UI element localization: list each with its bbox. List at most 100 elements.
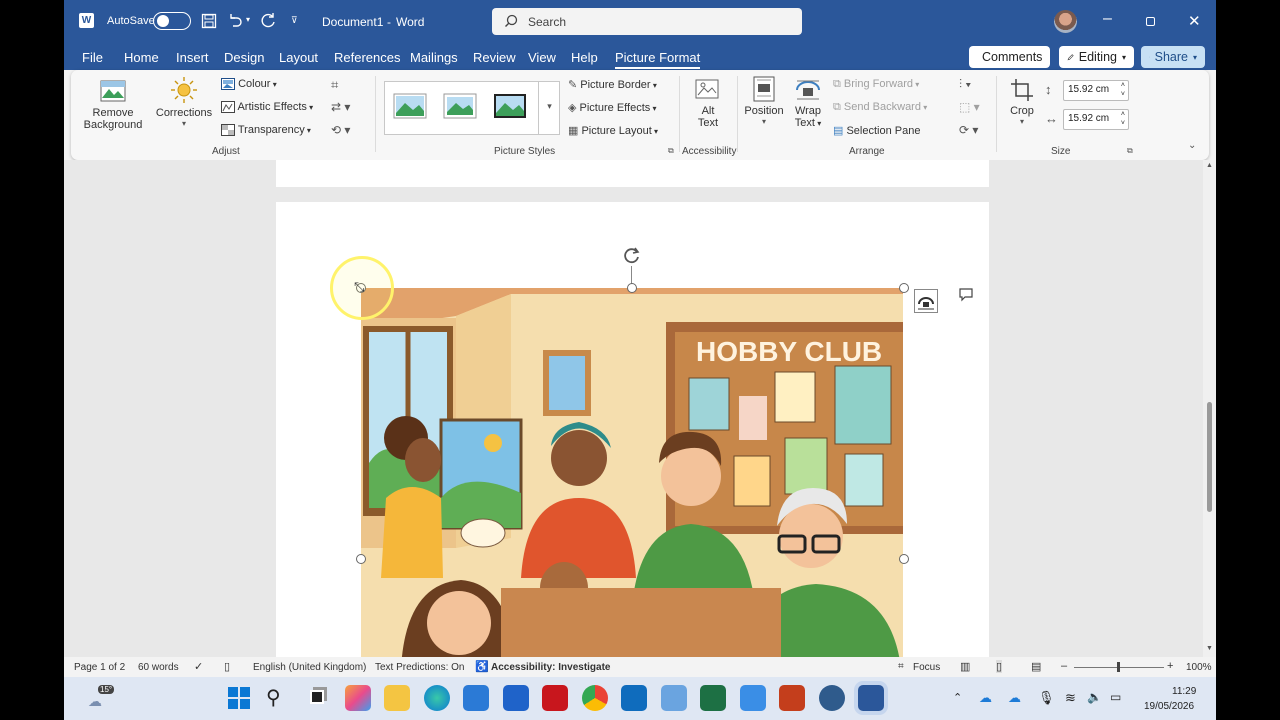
- copilot-icon[interactable]: [345, 685, 371, 711]
- bring-forward-button[interactable]: ⧉ Bring Forward ▾: [833, 78, 919, 91]
- web-layout-icon[interactable]: ▤: [1031, 660, 1041, 673]
- autosave-toggle[interactable]: [153, 12, 191, 30]
- artistic-effects-button[interactable]: Artistic Effects ▾: [221, 101, 313, 114]
- send-backward-button[interactable]: ⧉ Send Backward ▾: [833, 101, 927, 114]
- clock-date[interactable]: 19/05/2026: [1144, 701, 1194, 712]
- transparency-button[interactable]: Transparency ▾: [221, 124, 311, 137]
- start-icon[interactable]: [226, 685, 252, 711]
- reset-picture-icon[interactable]: ⟲ ▾: [331, 123, 350, 137]
- word-taskbar-icon[interactable]: [858, 685, 884, 711]
- picture-effects-button[interactable]: ◈ Picture Effects ▾: [568, 101, 657, 114]
- tab-insert[interactable]: Insert: [176, 50, 209, 65]
- picture-border-button[interactable]: ✎ Picture Border ▾: [568, 78, 657, 91]
- volume-icon[interactable]: 🔈: [1087, 690, 1102, 704]
- resize-handle-top-right[interactable]: [899, 283, 909, 293]
- corrections-button[interactable]: Corrections ▾: [153, 76, 215, 142]
- redo-icon[interactable]: [261, 12, 277, 28]
- picture-style-3[interactable]: [493, 93, 527, 119]
- wrap-text-button[interactable]: Wrap Text ▾: [789, 76, 827, 129]
- language-status[interactable]: English (United Kingdom): [253, 662, 366, 673]
- resize-handle-left[interactable]: [356, 554, 366, 564]
- compress-pictures-icon[interactable]: ⌗: [331, 77, 338, 93]
- powerpoint-icon[interactable]: [779, 685, 805, 711]
- minimize-icon[interactable]: –: [1103, 10, 1112, 28]
- align-icon[interactable]: ⫶ ▾: [959, 77, 971, 92]
- tab-design[interactable]: Design: [224, 50, 264, 65]
- zoom-slider-thumb[interactable]: [1117, 662, 1120, 672]
- photos-icon[interactable]: [740, 685, 766, 711]
- add-comment-icon[interactable]: [959, 288, 973, 302]
- scroll-up-icon[interactable]: ▲: [1206, 162, 1213, 169]
- picture-styles-gallery[interactable]: ▾: [384, 81, 560, 135]
- ai-app-icon[interactable]: [503, 685, 529, 711]
- accessibility-status[interactable]: Accessibility: Investigate: [491, 662, 611, 673]
- rotate-handle-icon[interactable]: [622, 246, 642, 266]
- tab-references[interactable]: References: [334, 50, 400, 65]
- file-explorer-icon[interactable]: [384, 685, 410, 711]
- settings-icon[interactable]: [819, 685, 845, 711]
- focus-label[interactable]: Focus: [913, 662, 940, 673]
- read-aloud-icon[interactable]: ▯: [224, 660, 230, 673]
- picture-style-2[interactable]: [443, 93, 477, 119]
- notepad-icon[interactable]: [661, 685, 687, 711]
- dialog-launcher-icon[interactable]: ⧉: [668, 146, 674, 156]
- zoom-in-icon[interactable]: +: [1167, 660, 1173, 672]
- layout-options-button[interactable]: [914, 289, 938, 313]
- read-mode-icon[interactable]: ▥: [960, 660, 970, 673]
- accessibility-icon[interactable]: ♿: [475, 660, 489, 673]
- colour-button[interactable]: Colour ▾: [221, 78, 277, 91]
- text-predictions-status[interactable]: Text Predictions: On: [375, 662, 464, 673]
- remove-background-button[interactable]: Remove Background: [79, 76, 147, 140]
- focus-icon[interactable]: ⌗: [898, 661, 904, 672]
- chevron-up-icon[interactable]: ⌃: [953, 691, 962, 704]
- resize-handle-right[interactable]: [899, 554, 909, 564]
- size-dialog-launcher-icon[interactable]: ⧉: [1127, 146, 1133, 156]
- resize-handle-top[interactable]: [627, 283, 637, 293]
- clock-time[interactable]: 11:29: [1172, 686, 1196, 697]
- search-box[interactable]: Search: [492, 8, 802, 35]
- chrome-icon[interactable]: [582, 685, 608, 711]
- collapse-ribbon-icon[interactable]: ⌄: [1188, 140, 1196, 151]
- tab-home[interactable]: Home: [124, 50, 159, 65]
- picture-layout-button[interactable]: ▦ Picture Layout ▾: [568, 124, 658, 137]
- mcafee-icon[interactable]: [542, 685, 568, 711]
- save-icon[interactable]: [201, 13, 217, 29]
- height-input[interactable]: 15.92 cm ˄ ˅: [1063, 80, 1129, 101]
- print-layout-icon[interactable]: ▯: [996, 660, 1003, 673]
- undo-icon[interactable]: [227, 12, 243, 28]
- alt-text-button[interactable]: Alt Text: [686, 78, 730, 129]
- vertical-scrollbar[interactable]: ▲ ▼: [1203, 160, 1216, 657]
- height-spinner[interactable]: ˄ ˅: [1121, 81, 1125, 99]
- comments-button[interactable]: Comments: [969, 46, 1050, 68]
- restore-icon[interactable]: [1146, 17, 1155, 26]
- tab-file[interactable]: File: [82, 50, 103, 65]
- excel-icon[interactable]: [700, 685, 726, 711]
- task-view-icon[interactable]: [305, 685, 331, 711]
- tab-mailings[interactable]: Mailings: [410, 50, 458, 65]
- gallery-more-button[interactable]: ▾: [538, 82, 560, 134]
- share-button[interactable]: Share ▾: [1141, 46, 1205, 68]
- selection-pane-button[interactable]: ▤ Selection Pane: [833, 124, 920, 137]
- picture-style-1[interactable]: [393, 93, 427, 119]
- change-picture-icon[interactable]: ⇄ ▾: [331, 100, 350, 114]
- group-icon[interactable]: ⬚ ▾: [959, 100, 980, 114]
- edge-icon[interactable]: [424, 685, 450, 711]
- zoom-slider[interactable]: [1074, 662, 1164, 672]
- zoom-level[interactable]: 100%: [1186, 662, 1212, 673]
- rotate-icon[interactable]: ⟳ ▾: [959, 123, 978, 137]
- share-dropdown-icon[interactable]: ▾: [1193, 53, 1197, 62]
- width-input[interactable]: 15.92 cm ˄ ˅: [1063, 109, 1129, 130]
- undo-dropdown-icon[interactable]: ▾: [246, 15, 250, 24]
- customize-qat-icon[interactable]: ⊽: [291, 15, 298, 26]
- store-icon[interactable]: [463, 685, 489, 711]
- cloud-sync-icon[interactable]: ☁: [1008, 690, 1021, 706]
- tab-help[interactable]: Help: [571, 50, 598, 65]
- tab-view[interactable]: View: [528, 50, 556, 65]
- scroll-down-icon[interactable]: ▼: [1206, 645, 1213, 652]
- microphone-icon[interactable]: 🎙: [1038, 690, 1055, 706]
- battery-icon[interactable]: ▭: [1110, 690, 1121, 704]
- onedrive-icon[interactable]: ☁: [979, 690, 992, 706]
- taskbar-search-icon[interactable]: ⚲: [266, 685, 292, 711]
- word-count[interactable]: 60 words: [138, 662, 179, 673]
- editing-mode-button[interactable]: Editing ▾: [1059, 46, 1134, 68]
